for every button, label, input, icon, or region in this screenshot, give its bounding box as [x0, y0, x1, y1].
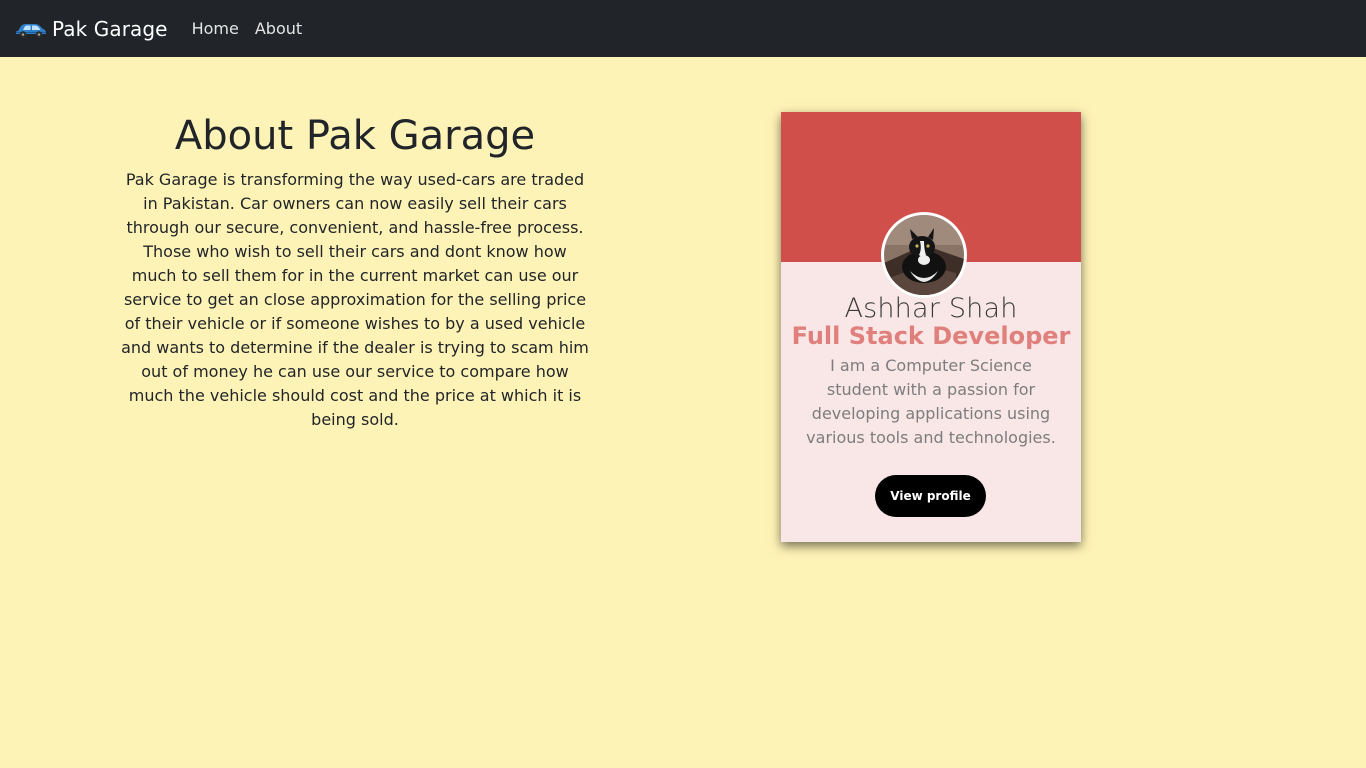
cat-avatar: [884, 215, 964, 295]
about-description: Pak Garage is transforming the way used-…: [121, 170, 589, 429]
profile-name: Ashhar Shah: [844, 293, 1018, 324]
car-icon: [16, 23, 46, 38]
brand-link[interactable]: Pak Garage: [15, 17, 168, 41]
nav-links: Home About: [184, 19, 311, 38]
profile-card-body: Ashhar Shah Full Stack Developer I am a …: [781, 294, 1081, 450]
view-profile-button[interactable]: View profile: [875, 475, 986, 517]
about-title: About Pak Garage: [174, 113, 536, 159]
brand-name: Pak Garage: [52, 16, 168, 41]
navbar: Pak Garage Home About: [0, 0, 1366, 57]
profile-description: I am a Computer Science student with a p…: [806, 356, 1056, 447]
avatar-frame: [881, 212, 967, 298]
nav-link-home[interactable]: Home: [184, 19, 247, 38]
about-section: About Pak Garage Pak Garage is transform…: [120, 112, 590, 432]
profile-card: Ashhar Shah Full Stack Developer I am a …: [781, 112, 1081, 542]
nav-link-about[interactable]: About: [247, 19, 310, 38]
profile-role: Full Stack Developer: [791, 322, 1071, 350]
